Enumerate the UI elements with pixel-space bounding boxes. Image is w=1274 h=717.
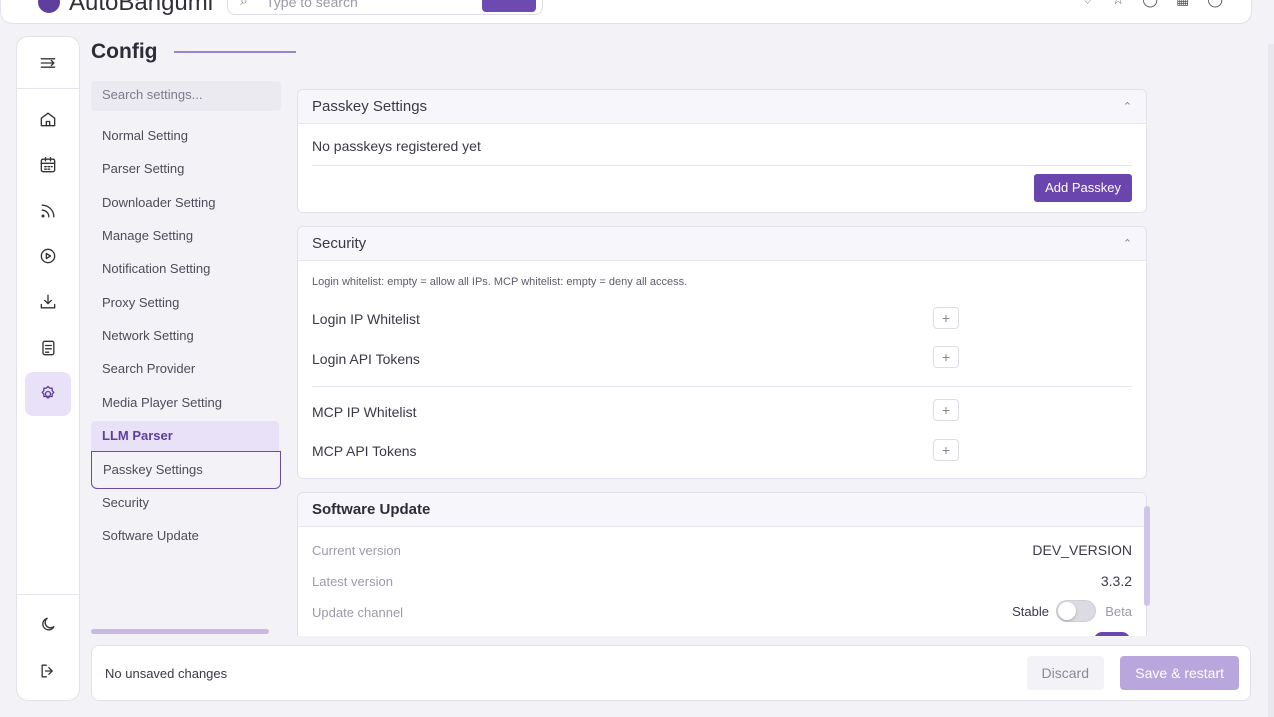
rail-divider-bottom	[17, 594, 79, 595]
page-scrollbar[interactable]	[1268, 44, 1274, 717]
home-icon	[40, 112, 56, 127]
security-card-header[interactable]: Security ⌃	[298, 227, 1146, 261]
current-version-value: DEV_VERSION	[1032, 542, 1132, 558]
header-actions: ♢ ☆ ◯ ▦ ◯	[1081, 0, 1223, 8]
passkey-card-title: Passkey Settings	[312, 98, 428, 115]
passkey-divider	[312, 165, 1132, 166]
update-channel-label: Update channel	[312, 605, 404, 620]
global-search-placeholder: Type to search	[266, 0, 358, 10]
settings-search-input[interactable]: Search settings...	[91, 81, 281, 111]
mcp-api-tokens-label: MCP API Tokens	[312, 443, 417, 459]
update-channel-toggle[interactable]	[1056, 600, 1096, 622]
title-underline	[174, 51, 296, 53]
login-ip-whitelist-label: Login IP Whitelist	[312, 311, 420, 327]
add-mcp-ip-button[interactable]: +	[933, 399, 959, 421]
logout-icon	[41, 664, 53, 678]
mcp-ip-whitelist-label: MCP IP Whitelist	[312, 404, 417, 420]
nav-item-downloader-setting[interactable]: Downloader Setting	[91, 188, 279, 218]
add-login-token-button[interactable]: +	[933, 346, 959, 368]
nav-item-normal-setting[interactable]: Normal Setting	[91, 121, 279, 151]
gear-icon	[41, 385, 55, 399]
nav-rss-button[interactable]	[25, 189, 71, 233]
update-card-header: Software Update	[298, 493, 1146, 527]
theme-toggle-button[interactable]	[25, 603, 71, 647]
nav-item-media-player-setting[interactable]: Media Player Setting	[91, 388, 279, 418]
channel-beta-label: Beta	[1105, 604, 1132, 619]
add-login-ip-button[interactable]: +	[933, 307, 959, 329]
next-toggle-partial[interactable]	[1094, 632, 1130, 636]
play-icon	[40, 248, 56, 264]
update-card-title: Software Update	[312, 501, 431, 518]
rail-divider	[17, 88, 79, 89]
page-title: Config	[91, 40, 158, 63]
chevron-up-icon[interactable]: ⌃	[1123, 237, 1132, 250]
nav-calendar-button[interactable]	[25, 143, 71, 187]
star-icon[interactable]: ☆	[1112, 0, 1125, 8]
nav-downloader-button[interactable]	[25, 280, 71, 324]
login-api-tokens-label: Login API Tokens	[312, 351, 420, 367]
content-scrollbar[interactable]	[1144, 506, 1150, 606]
grid-icon[interactable]: ▦	[1176, 0, 1189, 8]
unsaved-status: No unsaved changes	[105, 666, 228, 681]
nav-item-software-update[interactable]: Software Update	[91, 521, 279, 551]
nav-item-passkey-settings[interactable]: Passkey Settings	[91, 451, 281, 489]
footer-bar: No unsaved changes Discard Save & restar…	[91, 645, 1251, 701]
current-version-label: Current version	[312, 543, 401, 558]
moon-icon	[42, 617, 55, 631]
notification-icon[interactable]: ♢	[1081, 0, 1094, 8]
app-logo	[38, 0, 60, 13]
save-restart-button[interactable]: Save & restart	[1120, 656, 1239, 690]
config-page: Config Search settings... Normal Setting…	[91, 36, 1251, 636]
top-header: AutoBangumi ⌕ Type to search ♢ ☆ ◯ ▦ ◯	[0, 0, 1252, 24]
nav-log-button[interactable]	[25, 326, 71, 370]
nav-item-parser-setting[interactable]: Parser Setting	[91, 154, 279, 184]
nav-item-search-provider[interactable]: Search Provider	[91, 354, 279, 384]
menu-toggle-button[interactable]	[25, 41, 71, 85]
nav-item-security[interactable]: Security	[91, 488, 279, 518]
nav-item-proxy-setting[interactable]: Proxy Setting	[91, 288, 279, 318]
calendar-icon	[40, 156, 56, 173]
toggle-knob	[1058, 602, 1076, 620]
nav-item-manage-setting[interactable]: Manage Setting	[91, 221, 279, 251]
global-search[interactable]: ⌕ Type to search	[227, 0, 543, 15]
app-brand: AutoBangumi	[69, 0, 214, 16]
discard-button[interactable]: Discard	[1026, 656, 1104, 690]
latest-version-value: 3.3.2	[1100, 573, 1132, 589]
chevron-up-icon[interactable]: ⌃	[1123, 100, 1132, 113]
nav-player-button[interactable]	[25, 234, 71, 278]
passkey-empty-text: No passkeys registered yet	[312, 138, 481, 154]
search-icon: ⌕	[240, 0, 248, 8]
software-update-card: Software Update Current version DEV_VERS…	[297, 492, 1147, 636]
security-hint: Login whitelist: empty = allow all IPs. …	[312, 276, 688, 288]
nav-item-notification-setting[interactable]: Notification Setting	[91, 254, 279, 284]
download-icon	[40, 294, 56, 309]
security-divider	[312, 386, 1132, 387]
channel-stable-label: Stable	[1012, 604, 1049, 619]
nav-config-button[interactable]	[25, 372, 71, 416]
log-icon	[42, 340, 55, 356]
avatar[interactable]: ◯	[1207, 0, 1223, 8]
nav-home-button[interactable]	[25, 97, 71, 141]
passkey-card-header[interactable]: Passkey Settings ⌃	[298, 90, 1146, 124]
security-card-title: Security	[312, 235, 367, 252]
left-rail	[16, 36, 80, 701]
add-passkey-button[interactable]: Add Passkey	[1034, 174, 1132, 202]
rss-icon	[41, 204, 55, 218]
menu-icon	[40, 58, 56, 68]
nav-item-network-setting[interactable]: Network Setting	[91, 321, 279, 351]
passkey-settings-card: Passkey Settings ⌃ No passkeys registere…	[297, 89, 1147, 213]
global-search-button[interactable]	[482, 0, 536, 12]
nav-item-llm-parser[interactable]: LLM Parser	[91, 421, 279, 451]
logout-button[interactable]	[25, 649, 71, 693]
nav-scrollbar[interactable]	[91, 629, 269, 634]
add-mcp-token-button[interactable]: +	[933, 439, 959, 461]
help-icon[interactable]: ◯	[1142, 0, 1158, 8]
latest-version-label: Latest version	[312, 574, 393, 589]
security-card: Security ⌃ Login whitelist: empty = allo…	[297, 226, 1147, 479]
